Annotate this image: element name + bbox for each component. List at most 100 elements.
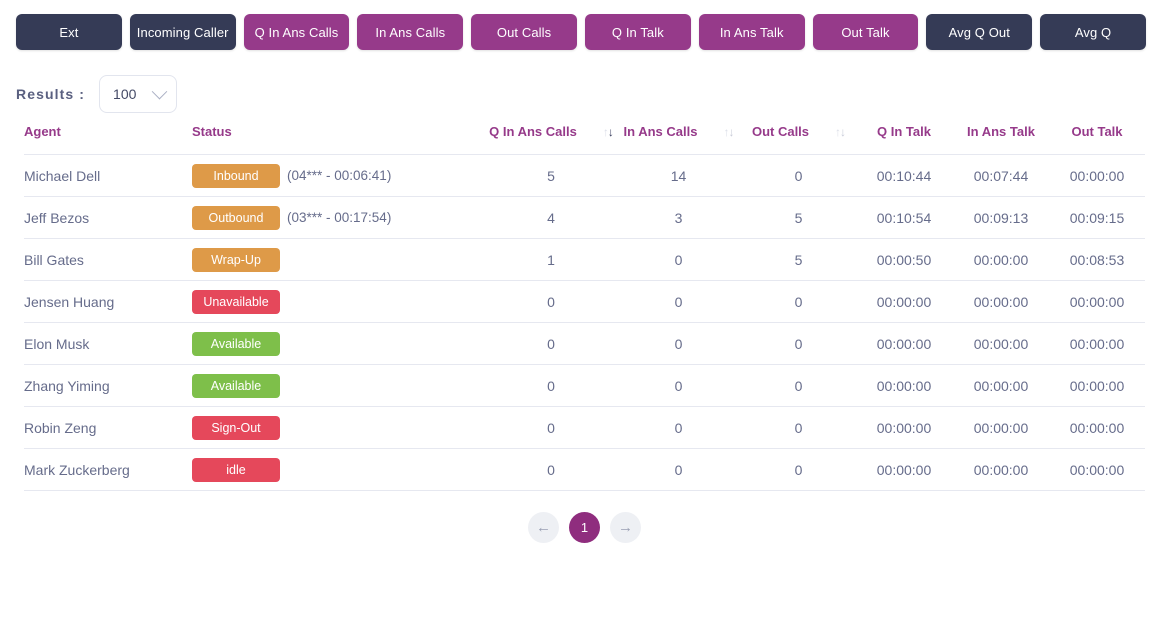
- metric-button-out-talk[interactable]: Out Talk: [813, 14, 919, 50]
- metric-button-ext[interactable]: Ext: [16, 14, 122, 50]
- q-in-ans-calls-cell: 0: [487, 281, 615, 323]
- agent-name-cell: Jensen Huang: [24, 281, 192, 323]
- agent-status-cell: Inbound(04*** - 00:06:41): [192, 155, 487, 197]
- sort-toggle-icon[interactable]: ↑↓: [835, 126, 845, 138]
- in-ans-calls-cell: 3: [615, 197, 742, 239]
- results-label: Results :: [16, 86, 85, 102]
- out-talk-cell: 00:08:53: [1049, 239, 1145, 281]
- metric-button-q-in-talk[interactable]: Q In Talk: [585, 14, 691, 50]
- status-badge: Available: [192, 374, 280, 398]
- in-ans-calls-cell: 0: [615, 323, 742, 365]
- agent-name-cell: Michael Dell: [24, 155, 192, 197]
- agent-status-cell: Available: [192, 323, 487, 365]
- sort-toggle-icon[interactable]: ↑↓: [723, 126, 733, 138]
- q-in-ans-calls-cell: 0: [487, 407, 615, 449]
- column-header-out-talk: Out Talk: [1049, 116, 1145, 155]
- q-in-talk-cell: 00:00:00: [855, 323, 953, 365]
- metric-button-in-ans-talk[interactable]: In Ans Talk: [699, 14, 805, 50]
- table-row: Michael DellInbound(04*** - 00:06:41)514…: [24, 155, 1145, 197]
- status-badge: Wrap-Up: [192, 248, 280, 272]
- pagination-prev-button[interactable]: ←: [528, 512, 559, 543]
- column-header-out-calls[interactable]: Out Calls↑↓: [742, 116, 855, 155]
- agent-name-cell: Elon Musk: [24, 323, 192, 365]
- agent-status-cell: Wrap-Up: [192, 239, 487, 281]
- agent-status-cell: Sign-Out: [192, 407, 487, 449]
- in-ans-calls-cell: 0: [615, 281, 742, 323]
- in-ans-talk-cell: 00:00:00: [953, 365, 1049, 407]
- column-header-in-ans-talk: In Ans Talk: [953, 116, 1049, 155]
- in-ans-calls-cell: 0: [615, 365, 742, 407]
- agent-dashboard-page: ExtIncoming CallerQ In Ans CallsIn Ans C…: [0, 0, 1162, 621]
- table-row: Jeff BezosOutbound(03*** - 00:17:54)4350…: [24, 197, 1145, 239]
- out-calls-cell: 0: [742, 155, 855, 197]
- out-talk-cell: 00:00:00: [1049, 281, 1145, 323]
- pagination-next-button[interactable]: →: [610, 512, 641, 543]
- agent-status-cell: Unavailable: [192, 281, 487, 323]
- in-ans-talk-cell: 00:07:44: [953, 155, 1049, 197]
- q-in-ans-calls-cell: 0: [487, 323, 615, 365]
- status-badge: Sign-Out: [192, 416, 280, 440]
- results-per-page-value: 100: [113, 86, 136, 102]
- metric-button-avg-q-out[interactable]: Avg Q Out: [926, 14, 1032, 50]
- column-header-status: Status: [192, 116, 487, 155]
- out-talk-cell: 00:00:00: [1049, 365, 1145, 407]
- in-ans-calls-cell: 0: [615, 449, 742, 491]
- column-header-label: Out Talk: [1071, 124, 1122, 139]
- metric-button-in-ans-calls[interactable]: In Ans Calls: [357, 14, 463, 50]
- in-ans-talk-cell: 00:00:00: [953, 281, 1049, 323]
- out-calls-cell: 0: [742, 365, 855, 407]
- sort-toggle-icon[interactable]: ↑↓: [603, 126, 613, 138]
- agent-status-cell: Available: [192, 365, 487, 407]
- agent-name-cell: Jeff Bezos: [24, 197, 192, 239]
- agents-table-header-row: Agent StatusQ In Ans Calls ↑↓ In Ans Calls ↑…: [24, 116, 1145, 155]
- out-talk-cell: 00:00:00: [1049, 155, 1145, 197]
- status-note: (04*** - 00:06:41): [287, 168, 391, 183]
- q-in-ans-calls-cell: 5: [487, 155, 615, 197]
- metric-button-out-calls[interactable]: Out Calls: [471, 14, 577, 50]
- metric-button-bar: ExtIncoming CallerQ In Ans CallsIn Ans C…: [0, 0, 1162, 50]
- column-header-label: In Ans Calls: [624, 124, 698, 139]
- q-in-ans-calls-cell: 0: [487, 365, 615, 407]
- q-in-talk-cell: 00:00:00: [855, 281, 953, 323]
- q-in-talk-cell: 00:00:00: [855, 365, 953, 407]
- column-header-label: Q In Talk: [877, 124, 931, 139]
- column-header-in-ans-calls[interactable]: In Ans Calls ↑↓: [615, 116, 742, 155]
- results-per-page-select[interactable]: 100: [99, 75, 177, 113]
- q-in-talk-cell: 00:00:00: [855, 449, 953, 491]
- column-header-q-in-talk: Q In Talk: [855, 116, 953, 155]
- q-in-ans-calls-cell: 0: [487, 449, 615, 491]
- q-in-talk-cell: 00:10:54: [855, 197, 953, 239]
- agent-name-cell: Mark Zuckerberg: [24, 449, 192, 491]
- out-calls-cell: 0: [742, 281, 855, 323]
- metric-button-avg-q[interactable]: Avg Q: [1040, 14, 1146, 50]
- results-row: Results : 100: [0, 50, 1162, 116]
- column-header-label: Q In Ans Calls: [489, 124, 577, 139]
- out-calls-cell: 5: [742, 197, 855, 239]
- q-in-talk-cell: 00:10:44: [855, 155, 953, 197]
- out-talk-cell: 00:09:15: [1049, 197, 1145, 239]
- table-row: Elon MuskAvailable00000:00:0000:00:0000:…: [24, 323, 1145, 365]
- q-in-talk-cell: 00:00:00: [855, 407, 953, 449]
- column-header-q-in-ans-calls[interactable]: Q In Ans Calls ↑↓: [487, 116, 615, 155]
- out-calls-cell: 0: [742, 323, 855, 365]
- agent-name-cell: Zhang Yiming: [24, 365, 192, 407]
- status-badge: idle: [192, 458, 280, 482]
- status-badge: Unavailable: [192, 290, 280, 314]
- table-row: Bill GatesWrap-Up10500:00:5000:00:0000:0…: [24, 239, 1145, 281]
- column-header-agent: Agent: [24, 116, 192, 155]
- agent-name-cell: Robin Zeng: [24, 407, 192, 449]
- agents-table-wrapper: Agent StatusQ In Ans Calls ↑↓ In Ans Calls ↑…: [0, 116, 1162, 543]
- metric-button-q-in-ans-calls[interactable]: Q In Ans Calls: [244, 14, 350, 50]
- column-header-label: In Ans Talk: [967, 124, 1035, 139]
- status-badge: Available: [192, 332, 280, 356]
- out-calls-cell: 0: [742, 407, 855, 449]
- agents-table-head: Agent StatusQ In Ans Calls ↑↓ In Ans Calls ↑…: [24, 116, 1145, 155]
- in-ans-talk-cell: 00:00:00: [953, 323, 1049, 365]
- pagination-page-1-button[interactable]: 1: [569, 512, 600, 543]
- chevron-down-icon: [152, 83, 168, 99]
- out-talk-cell: 00:00:00: [1049, 407, 1145, 449]
- agent-status-cell: Outbound(03*** - 00:17:54): [192, 197, 487, 239]
- metric-button-incoming-caller[interactable]: Incoming Caller: [130, 14, 236, 50]
- column-header-label: Agent: [24, 124, 61, 139]
- in-ans-talk-cell: 00:00:00: [953, 449, 1049, 491]
